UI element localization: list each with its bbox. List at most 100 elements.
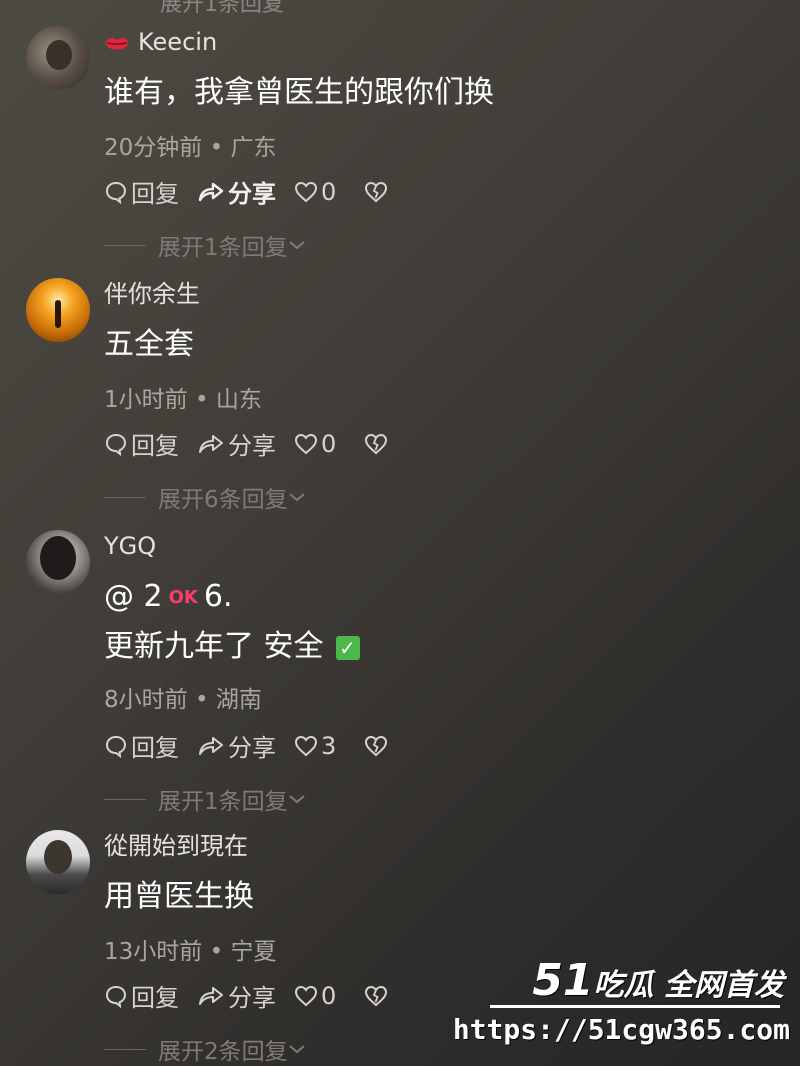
share-label: 分享 — [228, 734, 276, 762]
share-label: 分享 — [228, 984, 276, 1012]
comment-actions: 回复 分享 3 — [104, 728, 409, 763]
broken-heart-icon — [365, 181, 388, 202]
comment-text-line1: @ 2 OK 6. — [104, 576, 233, 619]
watermark-url: https://51cgw365.com — [452, 1013, 790, 1046]
heart-icon — [294, 181, 318, 202]
comment-time: 1小时前 — [104, 387, 188, 413]
comment-location: 宁夏 — [230, 939, 277, 965]
text-fragment: 6. — [203, 579, 233, 614]
expand-divider — [104, 1048, 146, 1050]
share-label: 分享 — [228, 180, 276, 208]
expand-label: 展开2条回复 — [158, 1039, 288, 1065]
chevron-down-icon — [288, 493, 305, 502]
ok-emoji: OK — [168, 586, 198, 608]
like-count: 0 — [321, 429, 337, 458]
reply-label: 回复 — [131, 984, 179, 1012]
expand-replies[interactable]: 展开1条回复 — [104, 228, 306, 262]
reply-label: 回复 — [131, 180, 179, 208]
expand-replies[interactable]: 展开1条回复 — [104, 782, 306, 816]
text-fragment: 更新九年了 安全 — [104, 629, 324, 664]
comment-username[interactable]: Keecin — [104, 26, 217, 58]
comment-time: 20分钟前 — [104, 135, 203, 161]
expand-replies[interactable]: 展开2条回复 — [104, 1032, 306, 1066]
chevron-down-icon — [288, 1045, 305, 1054]
reply-bubble-icon — [105, 735, 127, 758]
share-label: 分享 — [228, 432, 276, 460]
watermark-divider — [490, 1005, 780, 1008]
reply-bubble-icon — [105, 985, 127, 1008]
comment-time: 8小时前 — [104, 687, 188, 713]
watermark-text: 吃瓜 全网首发 — [593, 968, 784, 1003]
watermark: 51吃瓜 全网首发 https://51cgw365.com — [453, 955, 790, 1055]
avatar[interactable] — [26, 278, 90, 342]
check-mark-icon: ✓ — [335, 635, 360, 660]
heart-icon — [294, 985, 318, 1006]
comment-text: 谁有，我拿曾医生的跟你们换 — [104, 75, 494, 110]
like-count: 0 — [321, 177, 337, 206]
comment-username[interactable]: YGQ — [104, 530, 156, 562]
chevron-down-icon — [288, 795, 305, 804]
meta-separator: • — [209, 939, 224, 965]
comment-location: 山东 — [215, 387, 262, 413]
reply-button[interactable]: 回复 — [104, 426, 179, 461]
mention-text: @ 2 — [104, 579, 163, 614]
comment-actions: 回复 分享 0 — [104, 978, 409, 1013]
comment-time: 13小时前 — [104, 939, 203, 965]
expand-label: 展开1条回复 — [158, 235, 288, 261]
broken-heart-icon — [365, 985, 388, 1006]
comment-location: 广东 — [230, 135, 277, 161]
comment-text: 五全套 — [104, 327, 194, 362]
comment-meta: 13小时前 • 宁夏 — [104, 932, 276, 966]
reply-button[interactable]: 回复 — [104, 978, 179, 1013]
like-button[interactable]: 3 — [294, 732, 336, 760]
reply-button[interactable]: 回复 — [104, 174, 179, 209]
reply-label: 回复 — [131, 734, 179, 762]
expand-replies[interactable]: 展开6条回复 — [104, 480, 306, 514]
watermark-number: 51 — [532, 955, 594, 1006]
dislike-button[interactable] — [364, 735, 391, 757]
share-arrow-icon — [199, 434, 223, 453]
dislike-button[interactable] — [364, 985, 391, 1007]
chevron-down-icon — [288, 241, 305, 250]
share-button[interactable]: 分享 — [197, 426, 276, 461]
expand-label: 展开1条回复 — [158, 789, 288, 815]
avatar[interactable] — [26, 26, 90, 90]
avatar[interactable] — [26, 830, 90, 894]
meta-separator: • — [194, 387, 209, 413]
share-arrow-icon — [198, 182, 224, 201]
dislike-button[interactable] — [364, 181, 391, 203]
broken-heart-icon — [365, 433, 388, 454]
comment-meta: 1小时前 • 山东 — [104, 380, 262, 414]
comment-actions: 回复 分享 0 — [104, 174, 409, 209]
like-button[interactable]: 0 — [294, 430, 336, 458]
like-button[interactable]: 0 — [294, 982, 336, 1010]
comment-username[interactable]: 伴你余生 — [104, 278, 200, 310]
heart-icon — [294, 433, 318, 454]
avatar[interactable] — [26, 530, 90, 594]
share-button[interactable]: 分享 — [197, 174, 276, 209]
reply-bubble-icon — [105, 433, 127, 456]
reply-bubble-icon — [105, 181, 127, 204]
comment-meta: 8小时前 • 湖南 — [104, 680, 262, 714]
comment-text-line2: 更新九年了 安全 ✓ — [104, 626, 360, 668]
watermark-title: 51吃瓜 全网首发 — [532, 955, 784, 1006]
expand-divider — [104, 496, 146, 498]
heart-icon — [294, 735, 318, 756]
share-button[interactable]: 分享 — [197, 728, 276, 763]
like-count: 3 — [321, 731, 337, 760]
comment-username[interactable]: 從開始到現在 — [104, 830, 248, 862]
dislike-button[interactable] — [364, 433, 391, 455]
comment-location: 湖南 — [215, 687, 262, 713]
expand-divider — [104, 244, 146, 246]
comment-actions: 回复 分享 0 — [104, 426, 409, 461]
like-count: 0 — [321, 981, 337, 1010]
share-button[interactable]: 分享 — [197, 978, 276, 1013]
like-button[interactable]: 0 — [294, 178, 336, 206]
reply-button[interactable]: 回复 — [104, 728, 179, 763]
meta-separator: • — [209, 135, 224, 161]
previous-expand-replies[interactable]: 展开1条回复 — [160, 0, 284, 18]
share-arrow-icon — [199, 986, 223, 1005]
comment-text: 用曾医生换 — [104, 879, 254, 914]
broken-heart-icon — [365, 735, 388, 756]
lips-icon — [105, 38, 129, 50]
